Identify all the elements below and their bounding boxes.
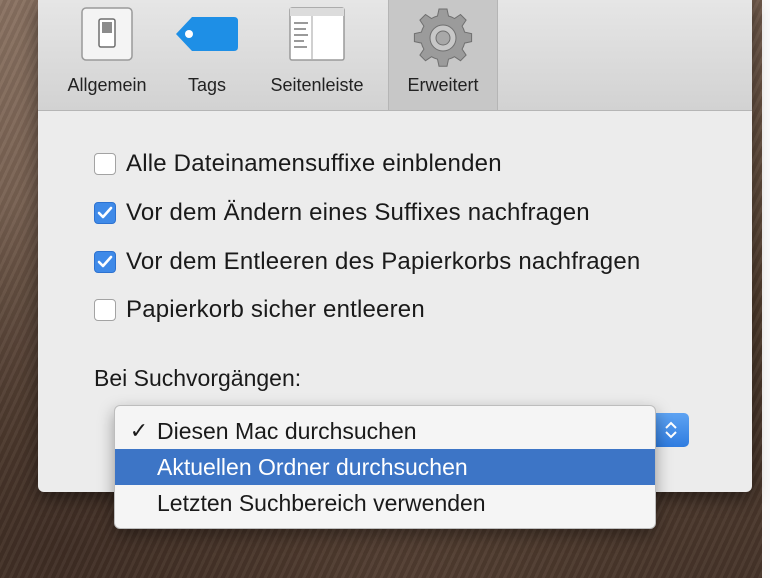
menu-item-this-mac[interactable]: ✓ Diesen Mac durchsuchen — [115, 413, 655, 449]
checkmark-icon — [97, 206, 113, 219]
tag-icon — [174, 14, 240, 59]
option-label: Papierkorb sicher entleeren — [126, 296, 425, 323]
up-down-arrows-icon — [665, 421, 677, 439]
checkbox[interactable] — [94, 299, 116, 321]
checkmark-icon — [97, 255, 113, 268]
toolbar-tab-erweitert[interactable]: Erweitert — [388, 0, 498, 110]
option-warn-empty-trash[interactable]: Vor dem Entleeren des Papierkorbs nachfr… — [94, 247, 640, 277]
toolbar-tab-label: Erweitert — [407, 75, 479, 95]
checkbox[interactable] — [94, 153, 116, 175]
general-switch-icon — [80, 6, 134, 67]
toolbar-tab-label: Tags — [187, 75, 227, 95]
preferences-toolbar: Allgemein Tags Seitenleiste Erweitert — [38, 0, 752, 111]
option-secure-empty-trash[interactable]: Papierkorb sicher entleeren — [94, 295, 425, 325]
sidebar-icon — [288, 6, 346, 67]
option-label: Vor dem Ändern eines Suffixes nachfragen — [126, 199, 590, 226]
toolbar-tab-allgemein[interactable]: Allgemein — [48, 0, 166, 110]
toolbar-tab-label: Allgemein — [67, 75, 147, 95]
page-margin — [762, 0, 770, 578]
toolbar-tab-tags[interactable]: Tags — [172, 0, 242, 110]
menu-item-label: Diesen Mac durchsuchen — [157, 417, 417, 444]
option-label: Vor dem Entleeren des Papierkorbs nachfr… — [126, 248, 641, 275]
menu-item-label: Aktuellen Ordner durchsuchen — [157, 453, 468, 480]
search-scope-label: Bei Suchvorgängen: — [94, 365, 302, 391]
checkbox-checked[interactable] — [94, 251, 116, 273]
menu-item-current-folder[interactable]: Aktuellen Ordner durchsuchen — [115, 449, 655, 485]
checkmark-icon: ✓ — [129, 418, 149, 443]
menu-item-previous-scope[interactable]: Letzten Suchbereich verwenden — [115, 485, 655, 521]
option-label: Alle Dateinamensuffixe einblenden — [126, 150, 502, 177]
search-scope-popup-arrows[interactable] — [653, 413, 689, 447]
toolbar-tab-seitenleiste[interactable]: Seitenleiste — [250, 0, 384, 110]
option-show-extensions[interactable]: Alle Dateinamensuffixe einblenden — [94, 149, 502, 179]
search-scope-menu: ✓ Diesen Mac durchsuchen Aktuellen Ordne… — [114, 405, 656, 529]
option-warn-extension-change[interactable]: Vor dem Ändern eines Suffixes nachfragen — [94, 198, 590, 228]
menu-item-label: Letzten Suchbereich verwenden — [157, 489, 486, 516]
checkbox-checked[interactable] — [94, 202, 116, 224]
gear-icon — [412, 7, 474, 74]
toolbar-tab-label: Seitenleiste — [270, 75, 364, 95]
